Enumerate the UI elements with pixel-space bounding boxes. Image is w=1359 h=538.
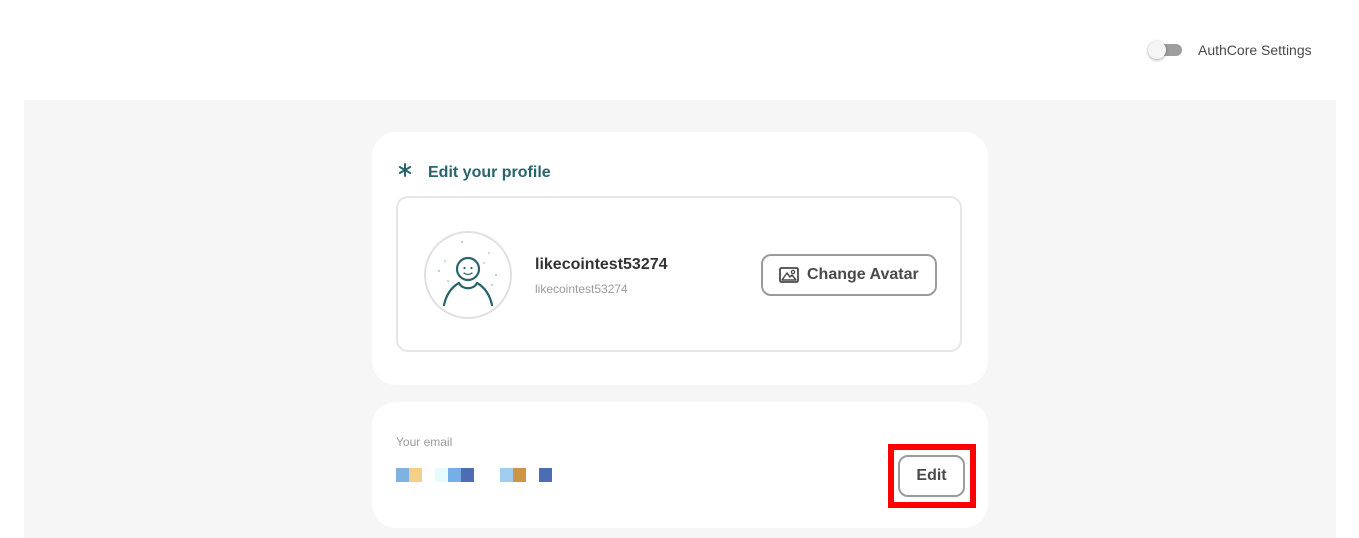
page-title: Edit your profile [428,164,551,181]
toggle-knob [1148,41,1166,59]
avatar[interactable] [424,231,512,319]
change-avatar-button[interactable]: Change Avatar [761,254,937,296]
authcore-settings-toggle[interactable] [1148,41,1184,59]
person-avatar-icon [438,241,497,307]
profile-info-box: likecointest53274 likecointest53274 Chan… [396,196,962,352]
change-avatar-label: Change Avatar [807,266,919,283]
user-id: likecointest53274 [535,282,628,296]
asterisk-icon [398,163,412,177]
display-name: likecointest53274 [535,256,668,273]
profile-card: Edit your profile likecointest53274 like… [372,132,988,385]
image-icon [779,267,799,283]
email-value-redacted [396,468,566,482]
edit-email-button[interactable]: Edit [898,455,965,497]
authcore-settings-label[interactable]: AuthCore Settings [1198,42,1312,58]
email-label: Your email [396,435,453,449]
top-bar: AuthCore Settings [0,0,1359,100]
